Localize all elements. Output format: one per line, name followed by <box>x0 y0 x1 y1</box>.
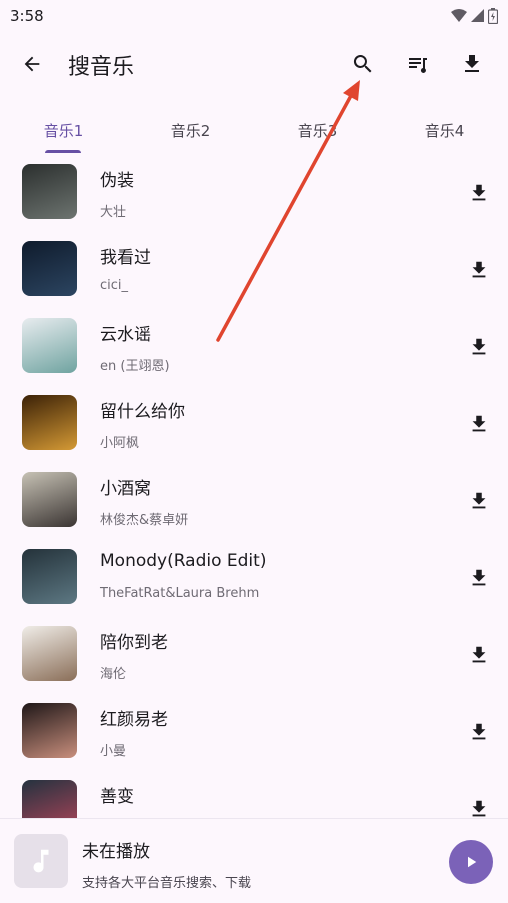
album-cover <box>22 780 77 818</box>
download-button[interactable] <box>466 488 492 514</box>
play-icon <box>468 856 477 868</box>
song-artist: 大壮 <box>100 205 127 220</box>
song-row[interactable]: 小酒窝 林俊杰&蔡卓妍 <box>0 462 508 539</box>
album-cover <box>22 472 77 527</box>
search-icon <box>353 55 372 73</box>
song-list[interactable]: 伪装 大壮 我看过 cici_ 云水谣 en (王翊恩) 留什么给你 小阿枫 小… <box>0 154 508 818</box>
song-title: 留什么给你 <box>100 402 185 422</box>
song-artist: TheFatRat&Laura Brehm <box>100 586 260 601</box>
song-title: 小酒窝 <box>100 479 151 499</box>
song-artist: 小阿枫 <box>100 436 140 451</box>
download-icon <box>472 415 486 432</box>
app-bar: 搜音乐 <box>0 36 508 92</box>
download-button[interactable] <box>466 411 492 437</box>
wifi-icon <box>451 9 467 22</box>
download-button[interactable] <box>466 642 492 668</box>
song-title: 善变 <box>100 787 134 807</box>
tab-label: 音乐2 <box>170 121 211 140</box>
song-row[interactable]: 云水谣 en (王翊恩) <box>0 308 508 385</box>
song-row[interactable]: 红颜易老 小曼 <box>0 693 508 770</box>
album-cover <box>22 395 77 450</box>
download-button[interactable] <box>466 565 492 591</box>
status-icons <box>451 8 498 24</box>
album-cover <box>22 164 77 219</box>
download-button[interactable] <box>466 257 492 283</box>
download-icon <box>472 338 486 355</box>
song-row[interactable]: 陪你到老 海伦 <box>0 616 508 693</box>
song-row[interactable]: Monody(Radio Edit) TheFatRat&Laura Brehm <box>0 539 508 616</box>
tab-label: 音乐4 <box>424 121 465 140</box>
download-icon <box>472 569 486 586</box>
tab-music-1[interactable]: 音乐1 <box>0 106 127 154</box>
tab-music-3[interactable]: 音乐3 <box>254 106 381 154</box>
download-icon <box>472 492 486 509</box>
tab-label: 音乐3 <box>297 121 338 140</box>
play-button[interactable] <box>449 840 493 884</box>
back-arrow-icon <box>24 56 40 72</box>
back-button[interactable] <box>18 50 46 78</box>
download-all-button[interactable] <box>458 50 486 78</box>
song-artist: 林俊杰&蔡卓妍 <box>100 513 189 528</box>
download-icon <box>472 723 486 740</box>
playlist-button[interactable] <box>404 50 432 78</box>
download-icon <box>472 646 486 663</box>
download-button[interactable] <box>466 719 492 745</box>
player-title: 未在播放 <box>82 842 150 862</box>
tab-music-2[interactable]: 音乐2 <box>127 106 254 154</box>
song-title: 云水谣 <box>100 325 151 345</box>
signal-icon <box>471 9 484 22</box>
battery-icon <box>488 8 498 24</box>
song-title: 陪你到老 <box>100 633 168 653</box>
download-icon <box>472 800 486 817</box>
album-cover <box>22 626 77 681</box>
album-cover <box>22 241 77 296</box>
tab-music-4[interactable]: 音乐4 <box>381 106 508 154</box>
status-bar: 3:58 <box>0 0 508 32</box>
song-artist: 小曼 <box>100 744 127 759</box>
download-icon <box>472 261 486 278</box>
album-cover <box>22 703 77 758</box>
tab-label: 音乐1 <box>43 121 84 140</box>
song-title: Monody(Radio Edit) <box>100 551 267 571</box>
download-button[interactable] <box>466 334 492 360</box>
playlist-icon <box>409 58 427 73</box>
page-title: 搜音乐 <box>68 55 135 80</box>
song-artist: 海伦 <box>100 667 127 682</box>
song-artist: en (王翊恩) <box>100 359 170 374</box>
download-icon <box>465 55 479 72</box>
player-subtitle: 支持各大平台音乐搜索、下载 <box>82 876 252 891</box>
player-cover <box>14 834 68 888</box>
album-cover <box>22 549 77 604</box>
tab-bar: 音乐1 音乐2 音乐3 音乐4 <box>0 106 508 154</box>
music-note-icon <box>33 849 49 873</box>
album-cover <box>22 318 77 373</box>
tab-indicator <box>45 150 81 153</box>
song-title: 我看过 <box>100 248 151 268</box>
download-button[interactable] <box>466 180 492 206</box>
song-row[interactable]: 伪装 大壮 <box>0 154 508 231</box>
status-time: 3:58 <box>10 7 44 25</box>
download-button[interactable] <box>466 796 492 818</box>
mini-player[interactable]: 未在播放 支持各大平台音乐搜索、下载 <box>0 818 508 903</box>
download-icon <box>472 184 486 201</box>
song-row[interactable]: 善变 <box>0 770 508 818</box>
song-title: 伪装 <box>100 171 134 191</box>
song-artist: cici_ <box>100 278 129 293</box>
song-row[interactable]: 我看过 cici_ <box>0 231 508 308</box>
song-title: 红颜易老 <box>100 710 168 730</box>
search-button[interactable] <box>349 50 377 78</box>
song-row[interactable]: 留什么给你 小阿枫 <box>0 385 508 462</box>
